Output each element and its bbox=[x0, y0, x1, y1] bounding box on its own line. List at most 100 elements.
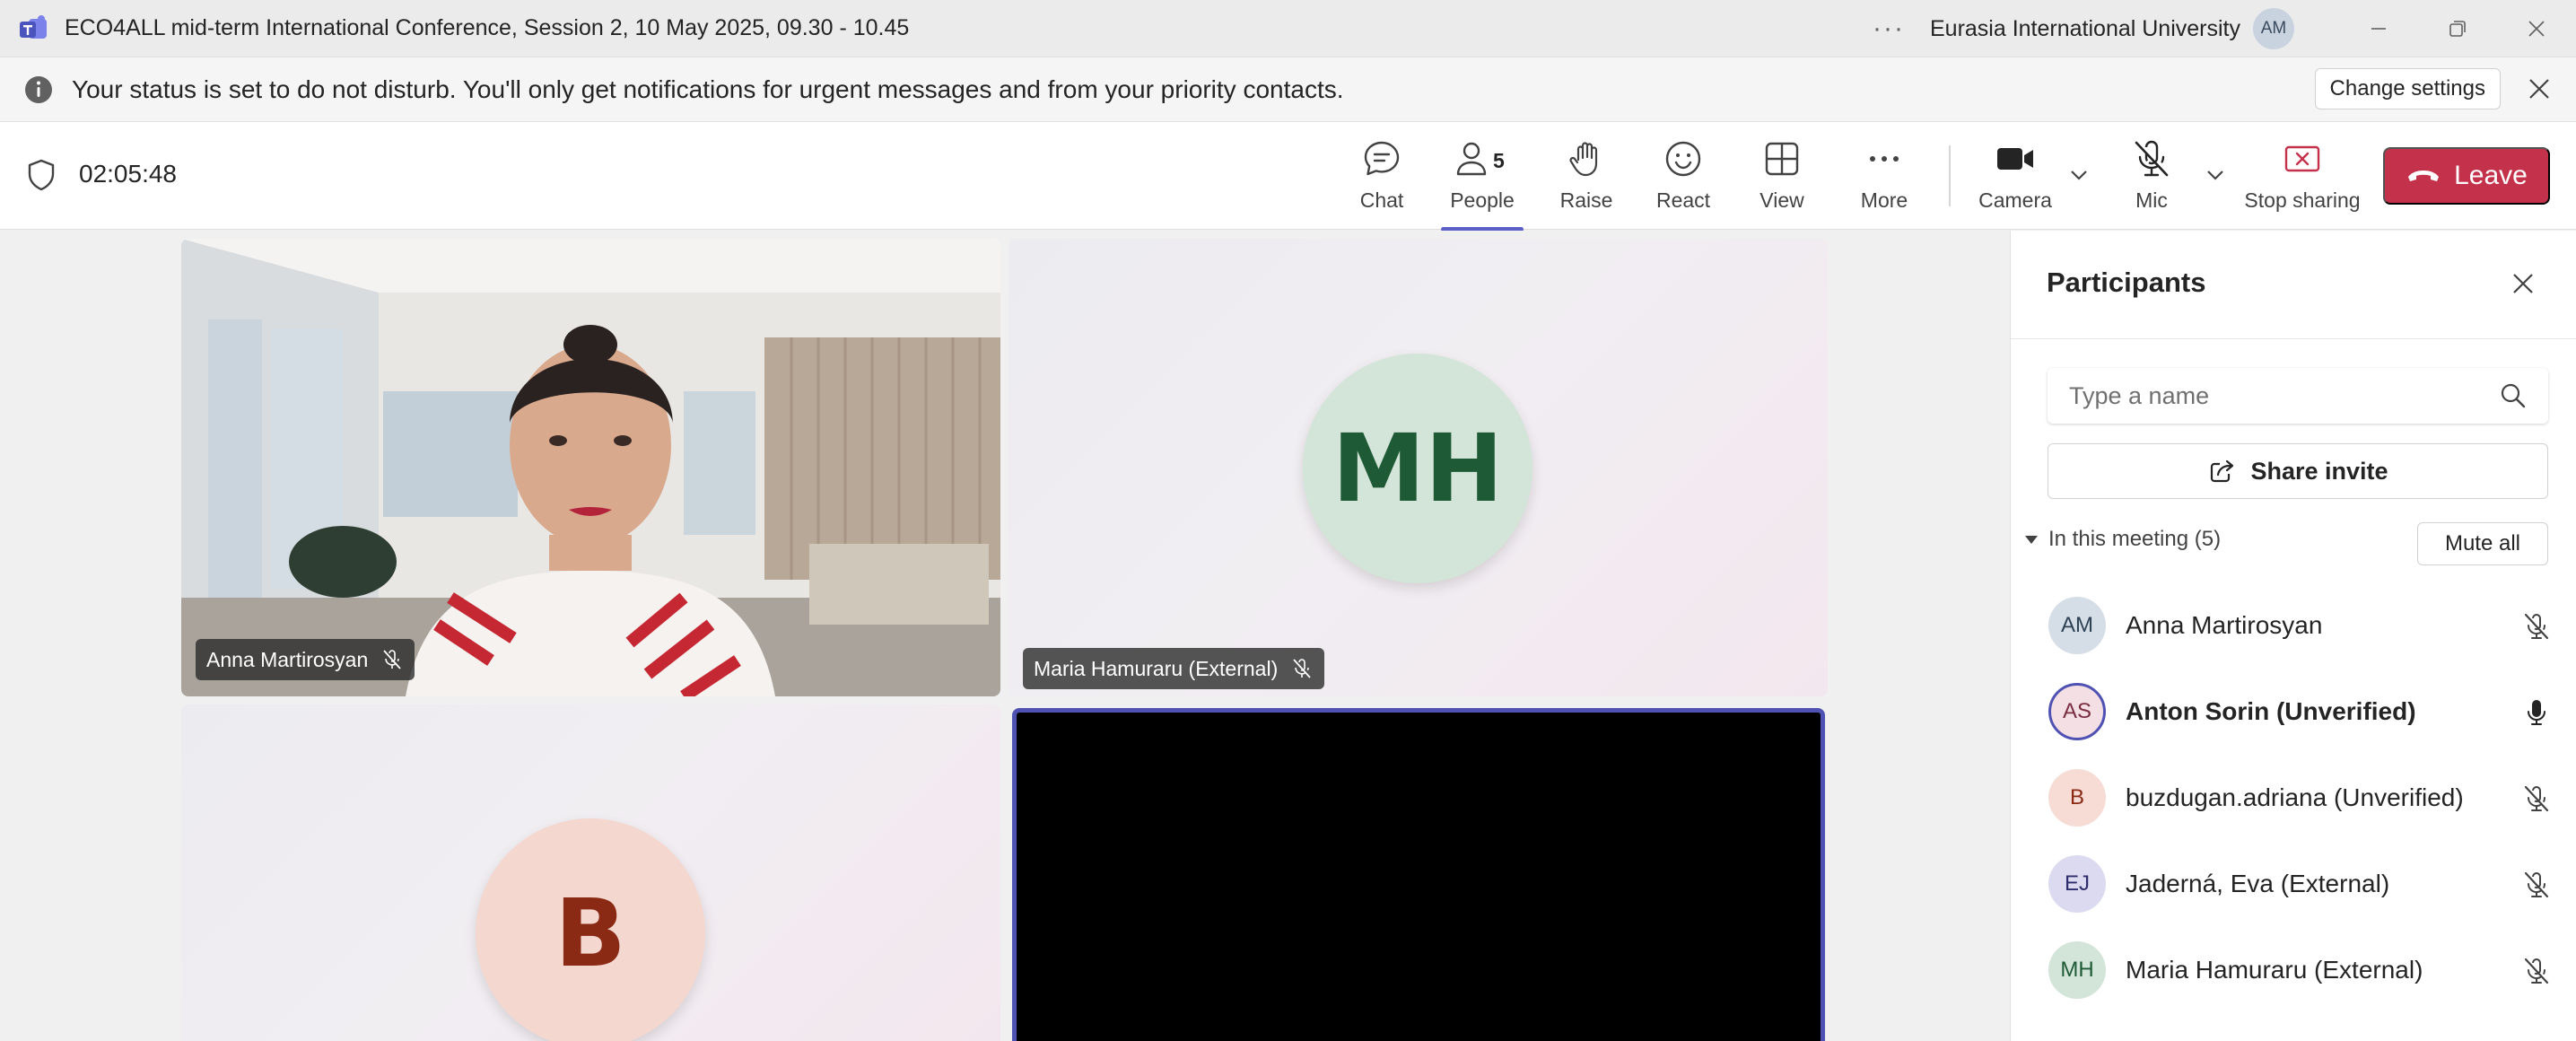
participant-row[interactable]: B buzdugan.adriana (Unverified) bbox=[2011, 755, 2576, 841]
mic-off-icon bbox=[383, 650, 401, 669]
participants-panel: Participants Share invite In this meetin… bbox=[2010, 231, 2576, 1041]
mic-off-icon bbox=[1293, 659, 1311, 678]
chevron-down-icon[interactable] bbox=[2067, 163, 2091, 187]
avatar: EJ bbox=[2048, 855, 2106, 913]
search-input[interactable] bbox=[2069, 381, 2464, 410]
banner-text: Your status is set to do not disturb. Yo… bbox=[72, 74, 1344, 103]
participant-video bbox=[181, 239, 1000, 696]
restore-icon bbox=[2449, 21, 2466, 37]
avatar-initials: B bbox=[2069, 785, 2084, 809]
info-icon bbox=[25, 75, 52, 103]
chat-icon bbox=[1364, 141, 1400, 176]
video-tile-maria[interactable]: MH Maria Hamuraru (External) bbox=[1009, 239, 1828, 696]
participant-name: Anna Martirosyan bbox=[2126, 611, 2322, 640]
raise-hand-icon bbox=[1569, 142, 1598, 177]
react-label: React bbox=[1655, 188, 1711, 212]
view-icon bbox=[1765, 142, 1799, 176]
chevron-down-icon[interactable] bbox=[2204, 163, 2227, 187]
mic-icon[interactable] bbox=[2521, 697, 2552, 728]
name-chip: Anna Martirosyan bbox=[196, 639, 415, 680]
video-stage: Anna Martirosyan MH Maria Hamuraru (Exte… bbox=[0, 231, 2010, 1041]
more-button[interactable]: More bbox=[1859, 138, 1909, 219]
change-settings-button[interactable]: Change settings bbox=[2314, 68, 2501, 109]
user-avatar[interactable]: AM bbox=[2253, 8, 2294, 49]
organization-name: Eurasia International University bbox=[1930, 15, 2240, 41]
participant-row[interactable]: AM Anna Martirosyan bbox=[2011, 582, 2576, 669]
participant-row[interactable]: EJ Jaderná, Eva (External) bbox=[2011, 841, 2576, 927]
mic-off-icon[interactable] bbox=[2521, 870, 2552, 900]
participant-name: Jaderná, Eva (External) bbox=[2126, 870, 2389, 898]
in-meeting-section-toggle[interactable]: In this meeting (5) bbox=[2023, 527, 2221, 552]
mic-off-icon[interactable] bbox=[2521, 611, 2552, 642]
section-label: In this meeting (5) bbox=[2048, 527, 2222, 551]
avatar-initials: AS bbox=[2062, 699, 2091, 723]
camera-label: Camera bbox=[1978, 188, 2052, 212]
dnd-banner: Your status is set to do not disturb. Yo… bbox=[0, 57, 2576, 122]
screen-share-tile[interactable] bbox=[1012, 708, 1825, 1041]
close-window-button[interactable] bbox=[2497, 0, 2576, 57]
avatar: B bbox=[2048, 769, 2106, 827]
search-icon[interactable] bbox=[2500, 382, 2527, 409]
react-button[interactable]: React bbox=[1655, 138, 1711, 219]
participant-name: Anna Martirosyan bbox=[206, 647, 369, 671]
name-suffix: (External) bbox=[2274, 870, 2390, 897]
participant-name: Maria Hamuraru (External) bbox=[1034, 656, 1279, 680]
mic-label: Mic bbox=[2135, 188, 2168, 212]
raise-label: Raise bbox=[1559, 188, 1613, 212]
leave-button[interactable]: Leave bbox=[2383, 147, 2550, 205]
more-icon bbox=[1870, 156, 1899, 162]
chat-button[interactable]: Chat bbox=[1357, 138, 1407, 219]
participant-avatar: MH bbox=[1303, 354, 1533, 583]
view-button[interactable]: View bbox=[1757, 138, 1807, 219]
mute-all-button[interactable]: Mute all bbox=[2417, 522, 2548, 565]
camera-button[interactable]: Camera bbox=[1978, 138, 2052, 219]
avatar-initials: AM bbox=[2061, 613, 2093, 637]
share-invite-button[interactable]: Share invite bbox=[2048, 443, 2548, 499]
stop-sharing-icon bbox=[2284, 145, 2320, 172]
participant-row[interactable]: AS Anton Sorin (Unverified) bbox=[2011, 669, 2576, 755]
more-label: More bbox=[1860, 188, 1908, 212]
people-label: People bbox=[1450, 188, 1515, 212]
participant-name: Maria Hamuraru (External) bbox=[2126, 956, 2423, 984]
participant-row[interactable]: MH Maria Hamuraru (External) bbox=[2011, 927, 2576, 1013]
user-initials: AM bbox=[2260, 19, 2287, 38]
people-count-badge: 5 bbox=[1493, 149, 1505, 172]
name-suffix: (Unverified) bbox=[2327, 783, 2464, 811]
minimize-icon bbox=[2371, 28, 2386, 30]
avatar: AS bbox=[2048, 683, 2106, 740]
divider bbox=[2011, 338, 2576, 339]
close-icon[interactable] bbox=[2524, 74, 2554, 104]
close-icon[interactable] bbox=[2510, 270, 2537, 297]
minimize-button[interactable] bbox=[2339, 0, 2418, 57]
participant-search bbox=[2048, 368, 2548, 424]
name-chip: Maria Hamuraru (External) bbox=[1023, 648, 1325, 689]
raise-hand-button[interactable]: Raise bbox=[1559, 138, 1613, 219]
stop-sharing-button[interactable]: Stop sharing bbox=[2243, 138, 2362, 219]
phone-hangup-icon bbox=[2408, 171, 2440, 181]
avatar-initials: MH bbox=[1332, 414, 1504, 523]
react-icon bbox=[1665, 141, 1701, 177]
restore-button[interactable] bbox=[2418, 0, 2497, 57]
mic-off-icon[interactable] bbox=[2521, 956, 2552, 986]
participant-name: Anton Sorin (Unverified) bbox=[2126, 697, 2416, 726]
participant-name: buzdugan.adriana (Unverified) bbox=[2126, 783, 2464, 812]
panel-title: Participants bbox=[2047, 267, 2206, 298]
mic-button[interactable]: Mic bbox=[2126, 138, 2177, 219]
people-icon bbox=[1456, 142, 1487, 176]
people-button[interactable]: 5 People bbox=[1441, 138, 1524, 232]
name-suffix: (External) bbox=[2307, 956, 2423, 984]
mic-off-icon[interactable] bbox=[2521, 783, 2552, 814]
share-icon bbox=[2211, 459, 2234, 483]
video-tile-anna[interactable]: Anna Martirosyan bbox=[181, 239, 1000, 696]
meeting-toolbar: 02:05:48 Chat 5 People Raise React View … bbox=[0, 122, 2576, 232]
more-options-button[interactable]: ··· bbox=[1873, 13, 1905, 44]
name-text: Maria Hamuraru bbox=[2126, 956, 2308, 984]
participant-avatar: B bbox=[476, 818, 705, 1041]
teams-logo-icon bbox=[20, 14, 47, 39]
meeting-timer: 02:05:48 bbox=[79, 160, 177, 188]
avatar: MH bbox=[2048, 941, 2106, 999]
avatar: AM bbox=[2048, 597, 2106, 654]
video-tile-buzdugan[interactable]: B bbox=[181, 704, 1000, 1041]
window-title: ECO4ALL mid-term International Conferenc… bbox=[65, 15, 910, 40]
avatar-initials: B bbox=[554, 879, 626, 988]
